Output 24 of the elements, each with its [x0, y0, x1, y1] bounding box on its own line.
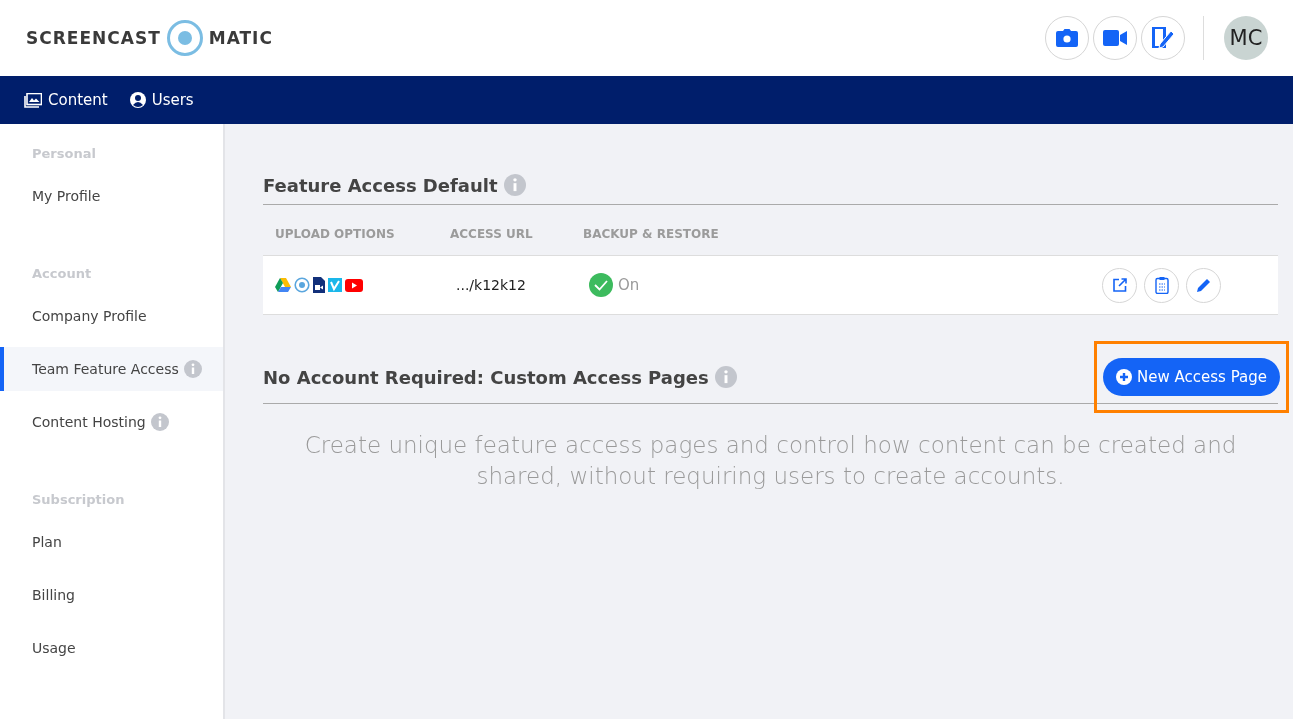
access-url: .../k12k12 [455, 277, 527, 293]
sidebar-item[interactable]: Content Hosting [0, 400, 223, 444]
column-header: ACCESS URL [450, 227, 534, 241]
sidebar-item[interactable]: Billing [0, 573, 223, 617]
logo-text: MATIC [208, 28, 273, 48]
user-avatar[interactable]: MC [1224, 16, 1268, 60]
sidebar-item[interactable]: Usage [0, 626, 223, 670]
column-header: BACKUP & RESTORE [583, 227, 719, 241]
logo-text: SCREENCAST [26, 28, 161, 48]
sidebar-heading: Subscription [31, 492, 126, 507]
sidebar-heading: Account [31, 266, 93, 281]
section-title: Feature Access Default [263, 174, 498, 196]
backup-status: On [618, 276, 640, 294]
sidebar-item[interactable]: Team Feature Access [0, 347, 223, 391]
nav-link[interactable]: Users [129, 91, 194, 109]
sidebar-item[interactable]: My Profile [0, 174, 223, 218]
section-title: No Account Required: Custom Access Pages [263, 366, 709, 388]
column-header: UPLOAD OPTIONS [275, 227, 396, 241]
nav-link[interactable]: Content [24, 91, 108, 109]
sidebar-heading: Personal [31, 146, 97, 161]
empty-state-text: Create unique feature access pages and control how content can be created and shared, without requiring users to create accounts. [303, 431, 1238, 492]
new-access-page-button[interactable]: New Access Page [1103, 358, 1280, 396]
sidebar-item[interactable]: Company Profile [0, 294, 223, 338]
sidebar-item[interactable]: Plan [0, 520, 223, 564]
